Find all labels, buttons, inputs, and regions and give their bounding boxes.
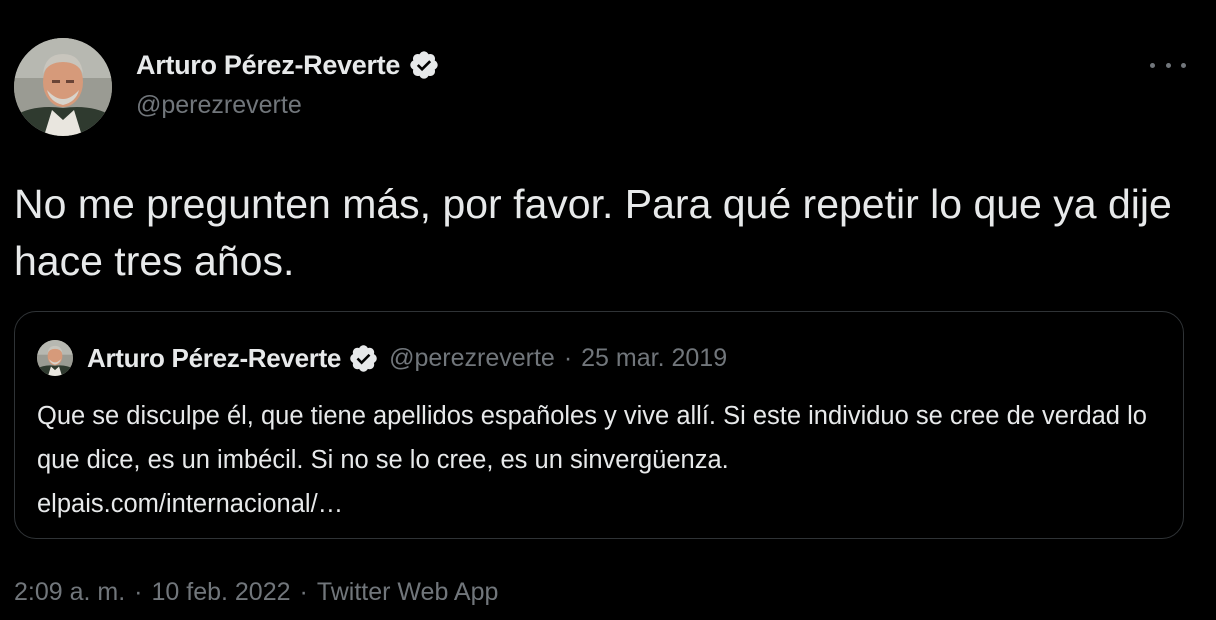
separator-dot: · <box>134 578 143 606</box>
more-dot <box>1150 62 1155 68</box>
separator-dot: · <box>563 343 573 372</box>
quoted-author-handle: @perezreverte <box>389 343 555 372</box>
quoted-author-name: Arturo Pérez-Reverte <box>87 342 342 373</box>
separator-dot: · <box>299 578 308 606</box>
author-info: Arturo Pérez-Reverte @perezreverte <box>136 48 440 120</box>
verified-badge-icon <box>410 51 438 79</box>
avatar[interactable] <box>14 38 112 136</box>
quoted-tweet-header: Arturo Pérez-Reverte @perezreverte · 25 … <box>37 340 727 376</box>
tweet-source[interactable]: Twitter Web App <box>317 578 499 607</box>
quoted-avatar <box>37 340 73 376</box>
avatar-photo <box>14 38 112 136</box>
quoted-link[interactable]: elpais.com/internacional/… <box>37 490 343 518</box>
tweet-text: No me pregunten más, por favor. Para qué… <box>14 181 1172 284</box>
tweet-date[interactable]: 10 feb. 2022 <box>152 578 291 607</box>
quoted-tweet-text: Que se disculpe él, que tiene apellidos … <box>37 394 1157 526</box>
author-name[interactable]: Arturo Pérez-Reverte <box>136 50 400 81</box>
tweet: Arturo Pérez-Reverte @perezreverte No me… <box>0 0 1216 620</box>
quoted-date: 25 mar. 2019 <box>581 343 728 372</box>
quoted-avatar-photo <box>37 340 73 376</box>
tweet-time[interactable]: 2:09 a. m. <box>14 578 125 607</box>
more-options-icon[interactable] <box>1150 50 1186 80</box>
more-dot <box>1165 62 1171 68</box>
quoted-text-body: Que se disculpe él, que tiene apellidos … <box>37 402 1147 474</box>
verified-badge-icon <box>350 344 377 372</box>
author-handle[interactable]: @perezreverte <box>136 91 440 120</box>
author-name-row: Arturo Pérez-Reverte <box>136 48 440 82</box>
quoted-tweet[interactable]: Arturo Pérez-Reverte @perezreverte · 25 … <box>14 311 1184 539</box>
tweet-metadata: 2:09 a. m. · 10 feb. 2022 · Twitter Web … <box>14 578 498 607</box>
more-dot <box>1181 62 1186 68</box>
